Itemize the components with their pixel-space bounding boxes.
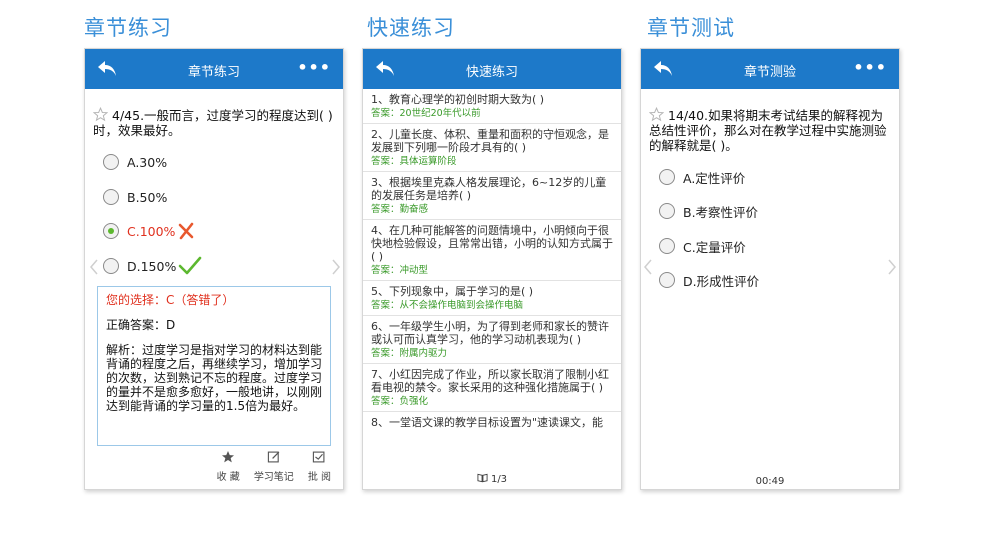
option-d[interactable]: D.形成性评价 <box>659 269 759 291</box>
next-page-arrow-icon[interactable] <box>887 259 897 275</box>
list-item-answer: 答案：从不会操作电脑到会操作电脑 <box>371 300 524 311</box>
option-label: A.30% <box>127 154 168 170</box>
radio-icon[interactable] <box>659 169 675 185</box>
list-item[interactable]: 7、小红因完成了作业，所以家长取消了限制小红看电视的禁令。家长采用的这种强化措施… <box>363 364 621 412</box>
list-item[interactable]: 3、根据埃里克森人格发展理论，6~12岁的儿童的发展任务是培养( ) 答案：勤奋感 <box>363 172 621 220</box>
question-label: 4/45.一般而言，过度学习的程度达到( )时，效果最好。 <box>93 108 333 138</box>
list-item-answer: 答案：附属内驱力 <box>371 348 448 359</box>
radio-icon[interactable] <box>103 189 119 205</box>
study-notes-label: 学习笔记 <box>253 472 294 483</box>
list-item-answer: 答案：20世纪20年代以前 <box>371 108 481 119</box>
radio-icon[interactable] <box>659 272 675 288</box>
study-notes-button[interactable]: 学习笔记 <box>254 450 294 483</box>
star-icon[interactable] <box>649 107 664 122</box>
phone-chapter-test: 章节测验 ••• 14/40.如果将期末考试结果的解释视为总结性评价，那么对在教… <box>640 48 900 490</box>
your-choice: 您的选择：C（答错了） <box>106 293 235 307</box>
option-d[interactable]: D.150% <box>103 255 202 277</box>
list-item-answer: 答案：具体运算阶段 <box>371 156 457 167</box>
option-label: D.150% <box>127 258 177 274</box>
option-b[interactable]: B.考察性评价 <box>659 200 758 222</box>
wrong-cross-icon <box>179 222 194 240</box>
correct-check-icon <box>179 256 202 275</box>
option-a[interactable]: A.定性评价 <box>659 166 745 188</box>
list-item[interactable]: 8、一堂语文课的教学目标设置为"速读课文，能 <box>363 412 621 432</box>
list-item-answer: 答案：冲动型 <box>371 265 429 276</box>
question-text: 14/40.如果将期末考试结果的解释视为总结性评价，那么对在教学过程中实施测验的… <box>649 107 891 153</box>
pager[interactable]: 1/3 <box>363 473 621 485</box>
option-label: D.形成性评价 <box>683 273 760 289</box>
list-item[interactable]: 2、儿童长度、体积、重量和面积的守恒观念，是发展到下列哪一阶段才具有的( ) 答案… <box>363 124 621 172</box>
option-c[interactable]: C.100% <box>103 220 195 242</box>
question-text: 4/45.一般而言，过度学习的程度达到( )时，效果最好。 <box>93 107 335 138</box>
check-box-icon <box>313 451 325 463</box>
star-filled-icon <box>222 451 235 463</box>
list-item-question: 6、一年级学生小明，为了得到老师和家长的赞许或认可而认真学习，他的学习动机表现为… <box>371 320 609 346</box>
radio-selected-icon[interactable] <box>103 223 119 239</box>
prev-page-arrow-icon[interactable] <box>643 259 653 275</box>
list-item-question: 8、一堂语文课的教学目标设置为"速读课文，能 <box>371 416 604 429</box>
analysis-text: 解析：过度学习是指对学习的材料达到能背诵的程度之后，再继续学习，增加学习的次数，… <box>106 343 323 413</box>
page-title: 快速练习 <box>465 65 518 80</box>
app-bar: 章节练习 ••• <box>85 49 343 89</box>
question-label: 14/40.如果将期末考试结果的解释视为总结性评价，那么对在教学过程中实施测验的… <box>649 108 887 153</box>
star-icon[interactable] <box>93 107 108 122</box>
book-icon <box>477 473 488 483</box>
list-item-question: 4、在几种可能解答的问题情境中，小明倾向于很快地检验假设，且常常出错，小明的认知… <box>371 224 613 263</box>
more-menu-icon[interactable]: ••• <box>853 58 887 77</box>
radio-icon[interactable] <box>103 154 119 170</box>
option-label: A.定性评价 <box>683 170 746 186</box>
favorite-button[interactable]: 收 藏 <box>217 450 240 483</box>
review-button[interactable]: 批 阅 <box>308 450 331 483</box>
option-a[interactable]: A.30% <box>103 151 167 173</box>
option-label: B.考察性评价 <box>683 204 759 220</box>
radio-icon[interactable] <box>659 203 675 219</box>
bottom-toolbar: 收 藏 学习笔记 批 阅 <box>217 450 331 483</box>
option-label: B.50% <box>127 189 168 205</box>
list-item-question: 3、根据埃里克森人格发展理论，6~12岁的儿童的发展任务是培养( ) <box>371 176 607 202</box>
pager-label: 1/3 <box>490 474 508 485</box>
question-list: 1、教育心理学的初创时期大致为( ) 答案：20世纪20年代以前 2、儿童长度、体积… <box>363 89 621 432</box>
list-item[interactable]: 1、教育心理学的初创时期大致为( ) 答案：20世纪20年代以前 <box>363 89 621 124</box>
answer-panel: 您的选择：C（答错了） 正确答案：D 解析：过度学习是指对学习的材料达到能背诵的… <box>97 286 331 446</box>
favorite-label: 收 藏 <box>216 472 240 483</box>
list-item-question: 1、教育心理学的初创时期大致为( ) <box>371 93 545 106</box>
next-page-arrow-icon[interactable] <box>331 259 341 275</box>
list-item-answer: 答案：负强化 <box>371 396 429 407</box>
list-item-question: 7、小红因完成了作业，所以家长取消了限制小红看电视的禁令。家长采用的这种强化措施… <box>371 368 609 394</box>
countdown-timer: 00:49 <box>755 476 785 487</box>
option-label: C.100% <box>127 223 176 239</box>
correct-answer: 正确答案：D <box>106 318 176 332</box>
prev-page-arrow-icon[interactable] <box>89 259 99 275</box>
radio-icon[interactable] <box>659 238 675 254</box>
review-label: 批 阅 <box>307 472 331 483</box>
list-item-question: 2、儿童长度、体积、重量和面积的守恒观念，是发展到下列哪一阶段才具有的( ) <box>371 128 609 154</box>
more-menu-icon[interactable]: ••• <box>297 58 331 77</box>
list-item-answer: 答案：勤奋感 <box>371 204 429 215</box>
section-title-quick-practice: 快速练习 <box>367 16 455 40</box>
edit-note-icon <box>267 451 280 463</box>
radio-icon[interactable] <box>103 258 119 274</box>
phone-quick-practice: 快速练习 1、教育心理学的初创时期大致为( ) 答案：20世纪20年代以前 2、儿童… <box>362 48 622 490</box>
option-label: C.定量评价 <box>683 239 746 255</box>
option-b[interactable]: B.50% <box>103 186 167 208</box>
section-title-chapter-test: 章节测试 <box>647 16 735 40</box>
list-item-question: 5、下列现象中，属于学习的是( ) <box>371 285 534 298</box>
app-bar: 章节测验 ••• <box>641 49 899 89</box>
app-bar: 快速练习 <box>363 49 621 89</box>
option-c[interactable]: C.定量评价 <box>659 235 746 257</box>
list-item[interactable]: 5、下列现象中，属于学习的是( ) 答案：从不会操作电脑到会操作电脑 <box>363 281 621 316</box>
phone-chapter-practice: 章节练习 ••• 4/45.一般而言，过度学习的程度达到( )时，效果最好。 A… <box>84 48 344 490</box>
section-title-chapter-practice: 章节练习 <box>84 16 172 40</box>
list-item[interactable]: 4、在几种可能解答的问题情境中，小明倾向于很快地检验假设，且常常出错，小明的认知… <box>363 220 621 281</box>
list-item[interactable]: 6、一年级学生小明，为了得到老师和家长的赞许或认可而认真学习，他的学习动机表现为… <box>363 316 621 364</box>
